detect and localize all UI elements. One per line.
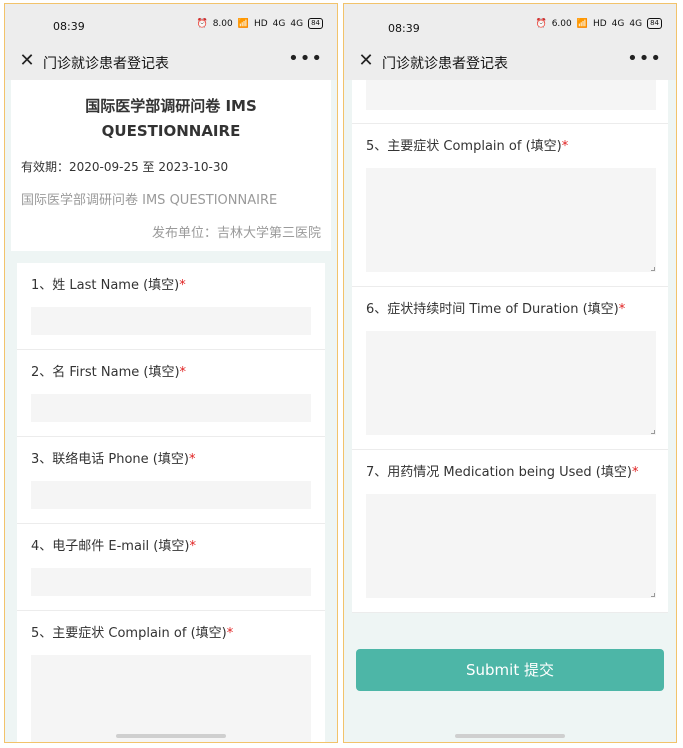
signal-icon-2: 4G [629,18,643,29]
status-time: 08:39 [388,22,420,35]
question-label: 6、症状持续时间 Time of Duration (填空) [366,302,619,317]
wifi-icon: 📶 [576,18,588,29]
required-mark: * [631,465,639,480]
battery-icon: 84 [308,18,323,29]
question-label: 7、用药情况 Medication being Used (填空) [366,465,632,480]
question-list: 1、姓 Last Name (填空)* 2、名 First Name (填空)*… [17,263,325,742]
alarm-icon: ⏰ [535,18,547,29]
question-medication: 7、用药情况 Medication being Used (填空)* [352,450,668,613]
required-mark: * [188,452,196,467]
form-content[interactable]: 5、主要症状 Complain of (填空)* 6、症状持续时间 Time o… [344,80,676,742]
question-label: 1、姓 Last Name (填空) [31,278,180,293]
email-input[interactable] [31,568,311,596]
required-mark: * [179,365,187,380]
question-duration: 6、症状持续时间 Time of Duration (填空)* [352,287,668,450]
required-mark: * [618,302,626,317]
question-complaint: 5、主要症状 Complain of (填空)* [17,611,325,742]
signal-icon-2: 4G [290,18,304,29]
question-label: 5、主要症状 Complain of (填空) [31,626,227,641]
question-list: 5、主要症状 Complain of (填空)* 6、症状持续时间 Time o… [352,80,668,613]
required-mark: * [561,139,569,154]
submit-area: Submit 提交 [344,613,676,691]
question-email: 4、电子邮件 E-mail (填空)* [17,524,325,611]
required-mark: * [189,539,196,554]
medication-textarea[interactable] [366,494,656,598]
question-phone: 3、联络电话 Phone (填空)* [17,437,325,524]
complaint-textarea[interactable] [366,168,656,272]
right-screen: 08:39 ⏰ 6.00 📶 HD 4G 4G 84 ✕ 门诊就诊患者登记表 •… [343,3,677,743]
signal-icon: 4G [272,18,286,29]
status-bar: 08:39 ⏰ 8.00 📶 HD 4G 4G 84 [5,4,337,44]
required-mark: * [226,626,234,641]
question-last-name: 1、姓 Last Name (填空)* [17,263,325,350]
question-label: 5、主要症状 Complain of (填空) [366,139,562,154]
required-mark: * [179,278,186,293]
speed-indicator: 6.00 [551,18,572,29]
speed-indicator: 8.00 [212,18,233,29]
survey-subtitle: 国际医学部调研问卷 IMS QUESTIONNAIRE [21,193,278,208]
close-icon[interactable]: ✕ [356,50,376,71]
question-label: 4、电子邮件 E-mail (填空) [31,539,190,554]
publisher: 发布单位：吉林大学第三医院 [151,226,321,241]
status-time: 08:39 [53,20,85,33]
survey-title: 国际医学部调研问卷 IMS QUESTIONNAIRE [85,97,257,140]
question-complaint: 5、主要症状 Complain of (填空)* [352,124,668,287]
last-name-input[interactable] [31,307,311,335]
more-icon[interactable]: ••• [288,48,323,69]
home-indicator[interactable] [455,734,565,738]
status-icons: ⏰ 8.00 📶 HD 4G 4G 84 [196,18,323,29]
page-title: 门诊就诊患者登记表 [43,56,169,72]
phone-input[interactable] [31,481,311,509]
nav-bar: ✕ 门诊就诊患者登记表 ••• [5,44,337,80]
validity-period: 有效期：2020-09-25 至 2023-10-30 [21,160,229,174]
page-title: 门诊就诊患者登记表 [382,56,508,72]
left-screen: 08:39 ⏰ 8.00 📶 HD 4G 4G 84 ✕ 门诊就诊患者登记表 •… [4,3,338,743]
wifi-icon: 📶 [237,18,249,29]
submit-button[interactable]: Submit 提交 [356,649,664,691]
complaint-textarea[interactable] [31,655,311,742]
email-input-partial [352,80,668,124]
status-icons: ⏰ 6.00 📶 HD 4G 4G 84 [535,18,662,29]
form-content[interactable]: 国际医学部调研问卷 IMS QUESTIONNAIRE 有效期：2020-09-… [5,80,337,742]
first-name-input[interactable] [31,394,311,422]
more-icon[interactable]: ••• [627,48,662,69]
survey-header: 国际医学部调研问卷 IMS QUESTIONNAIRE 有效期：2020-09-… [11,80,331,251]
alarm-icon: ⏰ [196,18,208,29]
question-label: 3、联络电话 Phone (填空) [31,452,189,467]
hd-icon: HD [592,18,607,29]
hd-icon: HD [253,18,268,29]
question-label: 2、名 First Name (填空) [31,365,180,380]
question-first-name: 2、名 First Name (填空)* [17,350,325,437]
duration-textarea[interactable] [366,331,656,435]
signal-icon: 4G [611,18,625,29]
email-input[interactable] [366,80,656,110]
status-bar: 08:39 ⏰ 6.00 📶 HD 4G 4G 84 [344,4,676,44]
close-icon[interactable]: ✕ [17,50,37,71]
home-indicator[interactable] [116,734,226,738]
nav-bar: ✕ 门诊就诊患者登记表 ••• [344,44,676,80]
battery-icon: 84 [647,18,662,29]
